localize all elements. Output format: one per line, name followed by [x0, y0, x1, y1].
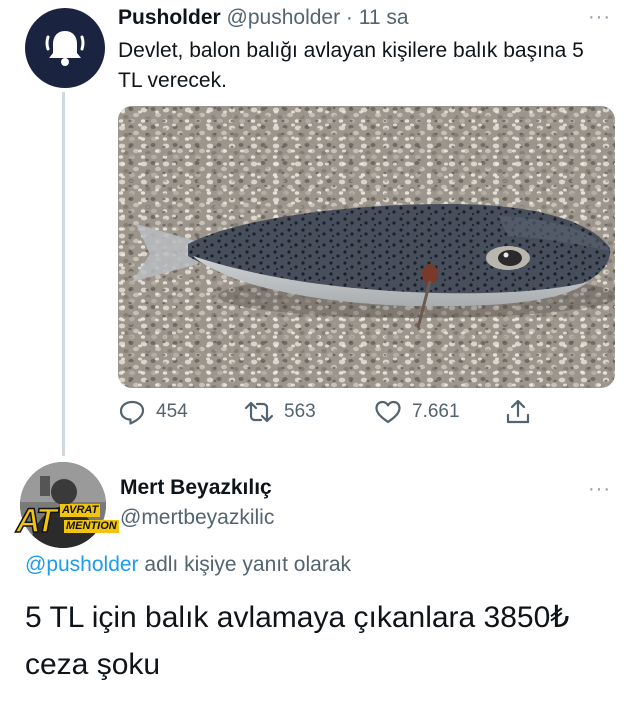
- puffer-fish-photo: [118, 106, 615, 388]
- reply-to-mention-link[interactable]: @pusholder: [25, 553, 139, 576]
- thread-connector-line: [62, 92, 65, 456]
- retweet-button[interactable]: 563: [244, 398, 316, 426]
- share-icon: [506, 399, 530, 424]
- tweet2-more-button[interactable]: ···: [588, 478, 611, 501]
- reply-context: @pusholder adlı kişiye yanıt olarak: [25, 553, 351, 577]
- reply-icon: [119, 400, 145, 425]
- tweet1-separator: ·: [340, 6, 359, 29]
- tweet1-media-photo[interactable]: [118, 106, 615, 388]
- tweet1-time[interactable]: 11 sa: [359, 6, 409, 29]
- tweet1-header: Pusholder @pusholder · 11 sa: [118, 6, 409, 30]
- tweet2-text: 5 TL için balık avlamaya çıkanlara 3850₺…: [25, 601, 570, 681]
- logo-bottom-text: MENTION: [64, 520, 119, 533]
- tweet1-action-bar: 454 563 7.661: [118, 398, 538, 430]
- retweet-count: 563: [284, 401, 316, 422]
- bell-icon: [45, 31, 85, 66]
- share-button[interactable]: [504, 398, 532, 426]
- pusholder-avatar[interactable]: [25, 8, 105, 88]
- like-button[interactable]: 7.661: [374, 398, 460, 426]
- reply-count: 454: [156, 401, 188, 422]
- tweet1-more-button[interactable]: ···: [588, 6, 611, 29]
- tweet1-author-name[interactable]: Pusholder: [118, 6, 221, 29]
- tweet1-handle[interactable]: @pusholder: [227, 6, 341, 29]
- reply-button[interactable]: 454: [118, 398, 188, 426]
- logo-top-text: AVRAT: [60, 504, 101, 517]
- tweet2-handle[interactable]: @mertbeyazkilic: [120, 506, 274, 530]
- like-count: 7.661: [412, 401, 460, 422]
- tweet1-text: Devlet, balon balığı avlayan kişilere ba…: [118, 39, 584, 92]
- logo-at-text: AT: [15, 501, 57, 541]
- heart-icon: [375, 400, 401, 424]
- avatrat-mention-logo: AT AVRAT MENTION: [15, 500, 119, 542]
- retweet-icon: [244, 401, 274, 423]
- tweet2-author-name[interactable]: Mert Beyazkılıç: [120, 476, 272, 500]
- reply-to-suffix: adlı kişiye yanıt olarak: [138, 553, 351, 576]
